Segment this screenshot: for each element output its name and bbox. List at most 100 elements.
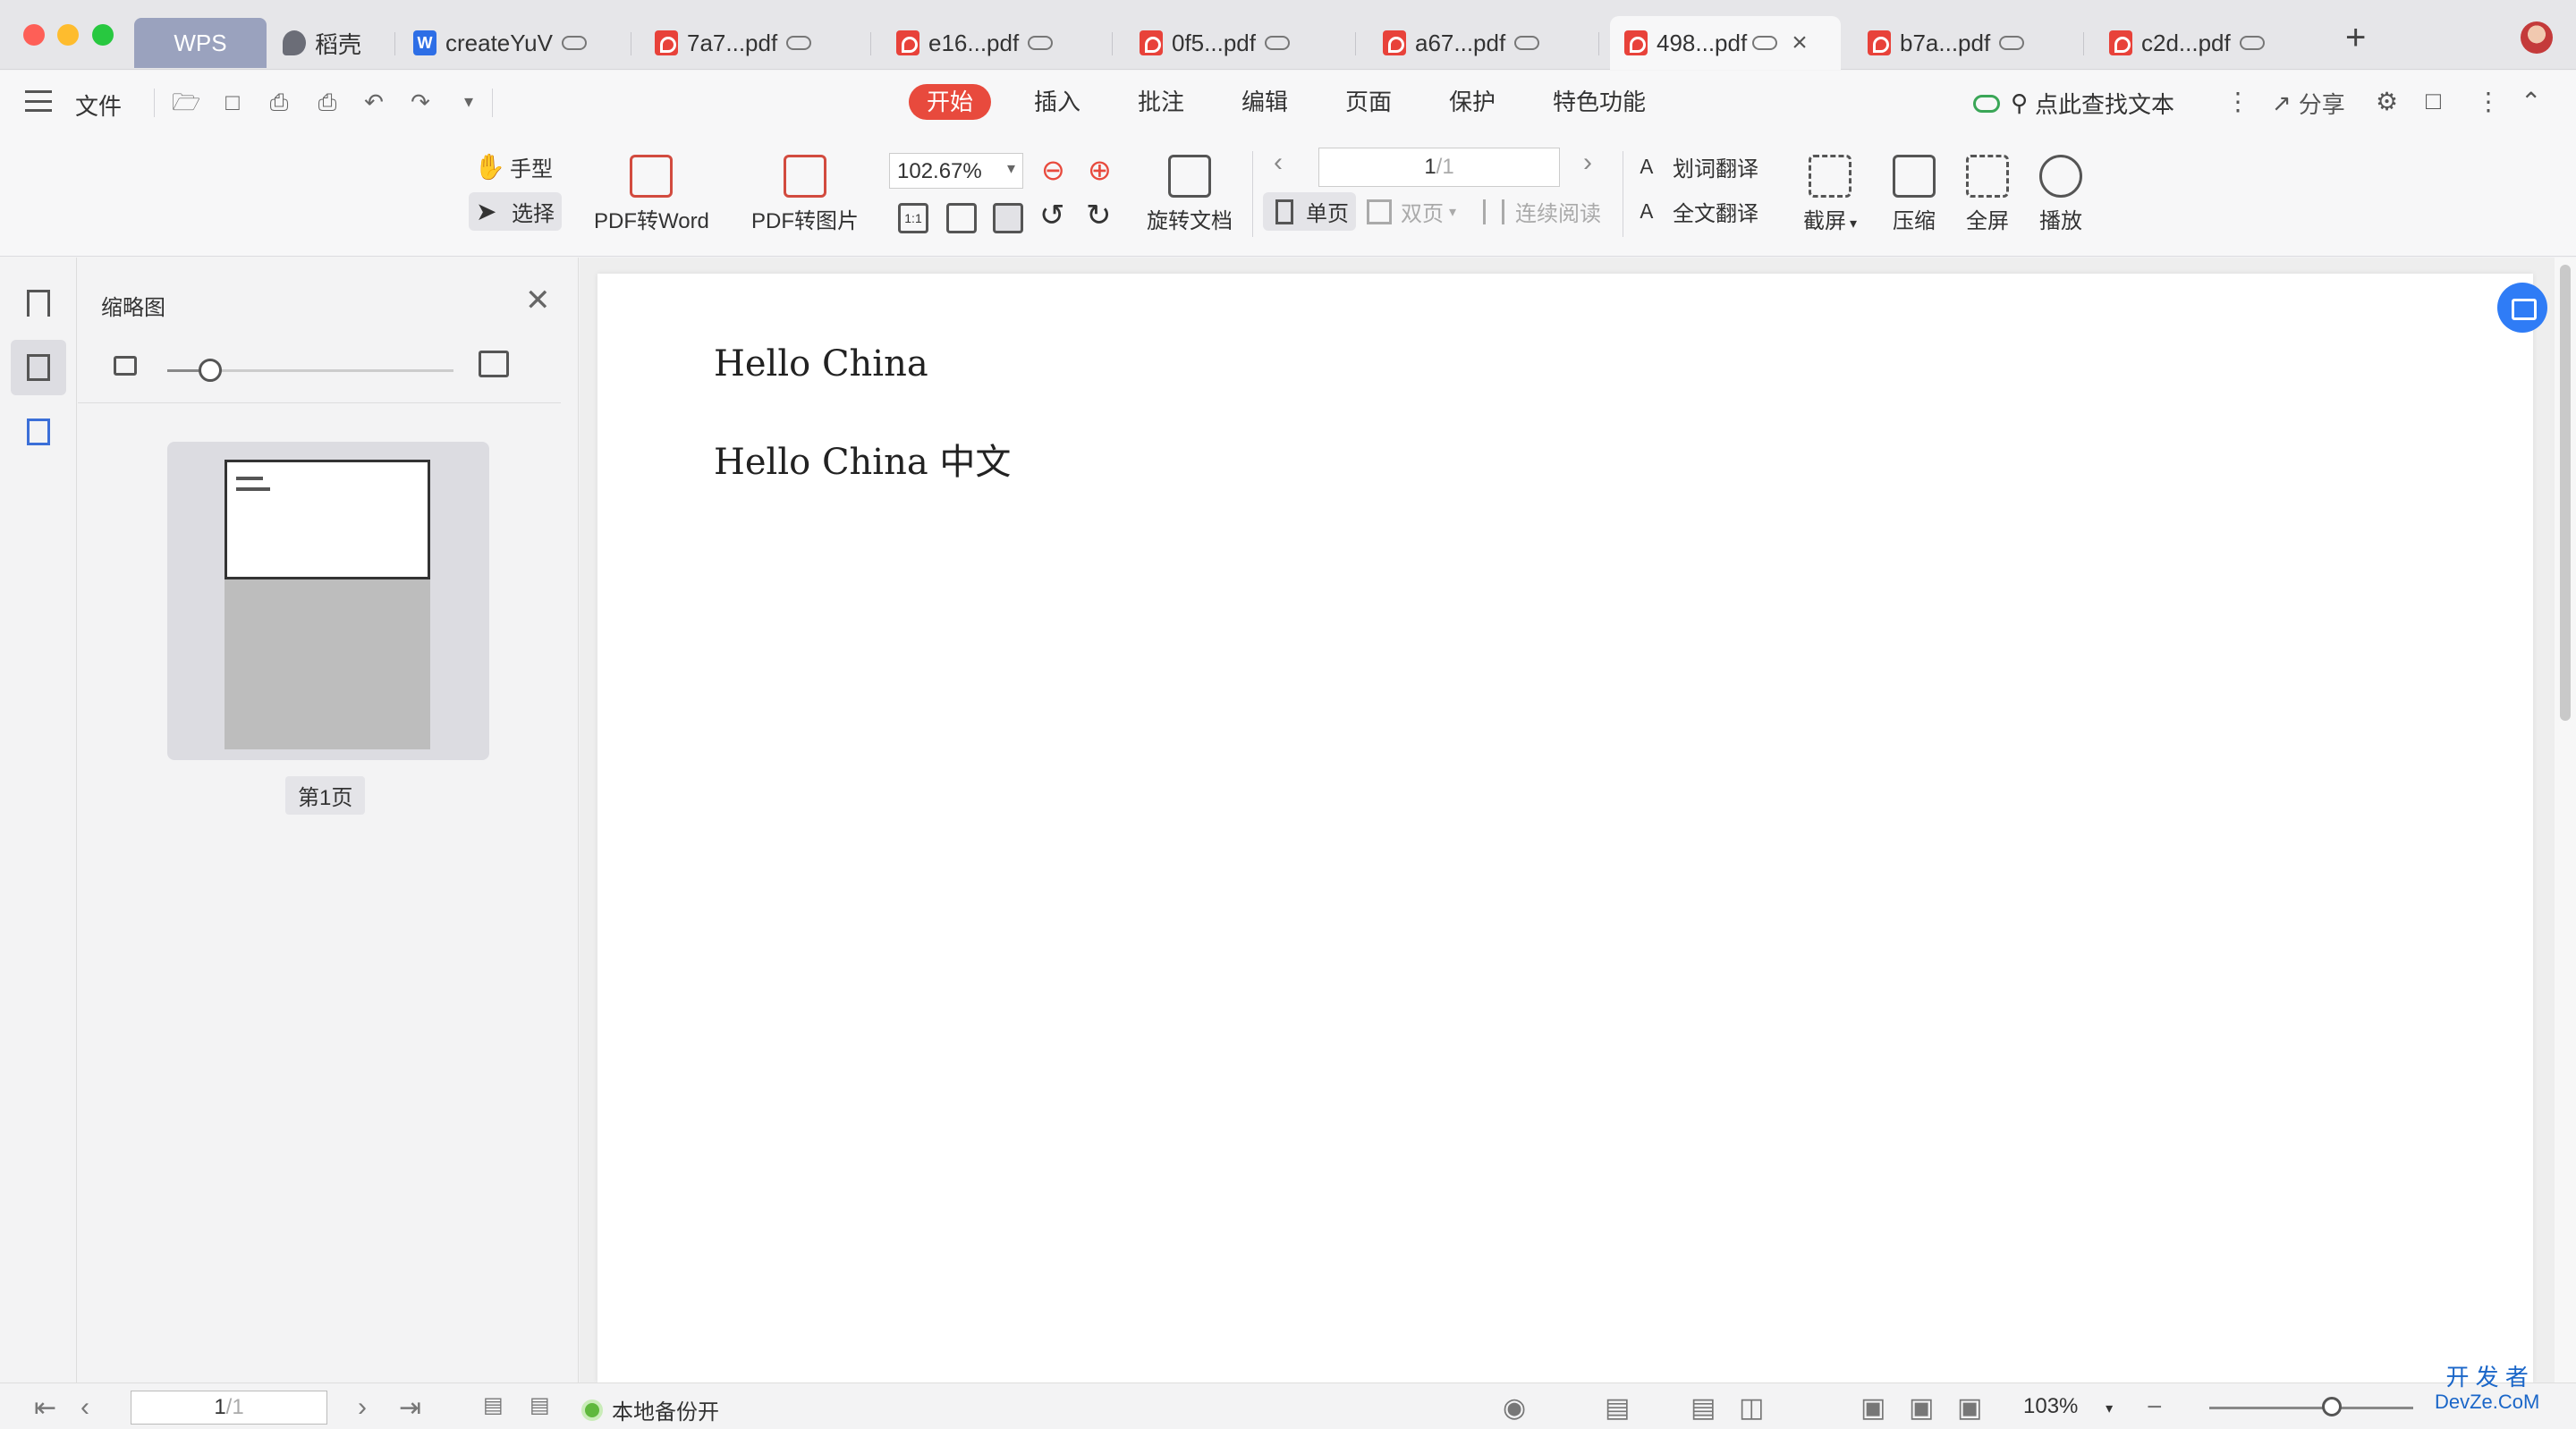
full-translate-button[interactable]: Ａ 全文翻译 <box>1637 196 1758 227</box>
hamburger-menu-icon[interactable] <box>25 90 52 112</box>
continuous-mode-icon[interactable]: ▤ <box>1605 1392 1630 1424</box>
customize-quick-access-icon[interactable]: ▾ <box>454 89 483 115</box>
pdf-to-word-button[interactable]: PDF转Word <box>594 155 709 234</box>
double-page-button[interactable]: 双页 ▾ <box>1365 196 1456 227</box>
compress-button[interactable]: 压缩 <box>1893 155 1936 234</box>
close-tab-icon[interactable]: × <box>1792 28 1808 58</box>
close-icon[interactable]: ✕ <box>525 283 551 318</box>
first-page-icon[interactable]: ⇤ <box>34 1392 56 1424</box>
previous-page-icon[interactable]: ‹ <box>80 1392 89 1423</box>
zoom-out-icon[interactable]: ⊖ <box>1041 153 1065 187</box>
scrollbar-thumb[interactable] <box>2560 265 2571 721</box>
collapse-ribbon-icon[interactable]: ⌃ <box>2521 87 2541 116</box>
more-options-icon[interactable]: ⋮ <box>2476 87 2501 116</box>
watermark-logo: 开 发 者 DevZe.CoM <box>2435 1364 2540 1413</box>
fit-page-icon[interactable]: ▣ <box>1909 1392 1934 1424</box>
floating-assistant-icon[interactable] <box>2497 283 2547 333</box>
fullscreen-button[interactable]: 全屏 <box>1966 155 2009 234</box>
hand-tool-button[interactable]: ✋ 手型 <box>474 151 553 182</box>
large-thumbnail-icon[interactable] <box>479 351 509 377</box>
tab-pdf-b7a[interactable]: b7a...pdf <box>1853 16 2084 70</box>
pdf-to-image-button[interactable]: PDF转图片 <box>751 155 859 234</box>
close-window-button[interactable] <box>23 24 45 46</box>
select-tool-button[interactable]: ➤ 选择 <box>469 192 562 231</box>
more-vertical-icon[interactable]: ⋮ <box>2225 87 2250 116</box>
fit-width-icon[interactable]: ▣ <box>1957 1392 1982 1424</box>
vertical-scrollbar[interactable] <box>2555 258 2576 1382</box>
ribbon-tab-page[interactable]: 页面 <box>1327 84 1410 120</box>
document-text-line: Hello China <box>714 343 928 385</box>
fit-width-icon[interactable] <box>993 203 1023 233</box>
tab-pdf-7a7[interactable]: 7a7...pdf <box>640 16 871 70</box>
slider-handle[interactable] <box>199 359 222 382</box>
zoom-out-icon[interactable]: − <box>2147 1392 2163 1423</box>
forward-view-icon[interactable]: ▤ <box>530 1392 550 1418</box>
tab-pdf-a67[interactable]: a67...pdf <box>1368 16 1599 70</box>
word-translate-button[interactable]: Ａ 划词翻译 <box>1637 151 1758 182</box>
single-page-mode-icon[interactable]: ▤ <box>1690 1392 1716 1424</box>
redo-icon[interactable]: ↷ <box>406 89 435 115</box>
zoom-slider[interactable] <box>2209 1397 2413 1416</box>
fit-page-icon[interactable] <box>946 203 977 233</box>
save-icon[interactable]: □ <box>218 89 247 115</box>
thumbnail-size-slider[interactable] <box>167 359 453 382</box>
back-view-icon[interactable]: ▤ <box>483 1392 504 1418</box>
zoom-percentage[interactable]: 103% ▾ <box>2023 1394 2113 1419</box>
actual-size-icon[interactable]: ▣ <box>1860 1392 1885 1424</box>
rotate-document-button[interactable]: 旋转文档 <box>1147 155 1233 234</box>
minimize-window-button[interactable] <box>57 24 79 46</box>
undo-icon[interactable]: ↶ <box>360 89 388 115</box>
page-number-input[interactable]: 1/1 <box>1318 148 1560 187</box>
comment-icon[interactable]: □ <box>2426 87 2441 115</box>
page-thumbnail[interactable] <box>167 442 489 760</box>
ribbon-tab-features[interactable]: 特色功能 <box>1535 84 1664 120</box>
ribbon-tab-start[interactable]: 开始 <box>909 84 992 120</box>
settings-gear-icon[interactable]: ⚙ <box>2376 87 2398 116</box>
file-menu[interactable]: 文件 <box>75 89 122 122</box>
last-page-icon[interactable]: ⇥ <box>399 1392 421 1424</box>
tab-wps-home[interactable]: WPS <box>134 18 267 68</box>
ribbon-tab-protect[interactable]: 保护 <box>1431 84 1513 120</box>
local-backup-status[interactable]: 本地备份开 <box>581 1394 719 1425</box>
single-page-button[interactable]: 单页 <box>1263 192 1356 231</box>
status-page-input[interactable]: 1/1 <box>131 1391 327 1425</box>
continuous-reading-button[interactable]: 连续阅读 <box>1479 196 1601 227</box>
tab-daoke[interactable]: 稻壳 <box>268 16 395 70</box>
avatar[interactable] <box>2521 21 2553 54</box>
share-button[interactable]: ↗ 分享 <box>2272 87 2345 120</box>
tab-createyuv[interactable]: W createYuV <box>399 16 631 70</box>
next-page-icon[interactable]: › <box>358 1392 367 1423</box>
bookmark-icon[interactable] <box>11 275 66 331</box>
pdf-page[interactable]: Hello China Hello China 中文 <box>597 274 2533 1382</box>
double-page-mode-icon[interactable]: ◫ <box>1739 1392 1764 1424</box>
cloud-sync-icon <box>1973 94 2000 113</box>
tab-pdf-0f5[interactable]: 0f5...pdf <box>1125 16 1356 70</box>
ribbon-tab-edit[interactable]: 编辑 <box>1224 84 1306 120</box>
rotate-right-icon[interactable]: ↻ <box>1086 198 1112 233</box>
tab-pdf-498[interactable]: 498...pdf × <box>1610 16 1841 70</box>
thumbnail-panel-icon[interactable] <box>11 340 66 395</box>
print-preview-icon[interactable]: ⎙ <box>313 89 342 115</box>
open-folder-icon[interactable]: 🗁 <box>172 89 200 115</box>
zoom-select[interactable]: 102.67% ▾ <box>889 153 1023 189</box>
ribbon-tab-insert[interactable]: 插入 <box>1016 84 1098 120</box>
play-button[interactable]: 播放 <box>2039 155 2082 234</box>
eye-protection-icon[interactable]: ◉ <box>1503 1392 1526 1424</box>
pdf-icon <box>1868 30 1891 55</box>
print-icon[interactable]: ⎙ <box>265 89 293 115</box>
tab-pdf-c2d[interactable]: c2d...pdf <box>2095 16 2326 70</box>
zoom-window-button[interactable] <box>92 24 114 46</box>
zoom-in-icon[interactable]: ⊕ <box>1088 153 1112 187</box>
actual-size-icon[interactable]: 1:1 <box>898 203 928 233</box>
previous-page-icon[interactable]: ‹ <box>1274 148 1283 178</box>
ribbon-tab-annotate[interactable]: 批注 <box>1120 84 1202 120</box>
tab-pdf-e16[interactable]: e16...pdf <box>882 16 1113 70</box>
small-thumbnail-icon[interactable] <box>114 356 137 376</box>
screenshot-button[interactable]: 截屏 ▾ <box>1803 155 1857 234</box>
extract-text-icon[interactable] <box>11 404 66 460</box>
slider-handle[interactable] <box>2321 1397 2342 1416</box>
rotate-left-icon[interactable]: ↺ <box>1039 198 1065 233</box>
new-tab-button[interactable]: + <box>2345 18 2366 58</box>
find-text-button[interactable]: ⚲ 点此查找文本 <box>1973 87 2174 120</box>
next-page-icon[interactable]: › <box>1583 148 1592 178</box>
